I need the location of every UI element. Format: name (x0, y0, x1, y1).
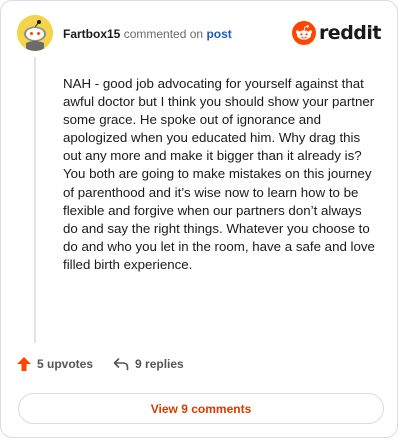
replies-count: 9 replies (135, 357, 184, 371)
reddit-wordmark: reddit (318, 22, 382, 44)
view-comments-button[interactable]: View 9 comments (18, 393, 384, 424)
commented-on-text: commented on (123, 27, 204, 41)
upvote-arrow-icon (17, 357, 31, 371)
upvotes-count: 5 upvotes (37, 357, 94, 371)
author-username[interactable]: Fartbox15 (63, 27, 120, 41)
comment-header: Fartbox15 commented on post (63, 26, 232, 42)
snoo-avatar-icon (17, 15, 53, 51)
thread-line (34, 57, 36, 343)
reply-arrow-icon (113, 358, 129, 371)
comment-actions: 5 upvotes 9 replies (17, 357, 184, 371)
replies-button[interactable]: 9 replies (113, 357, 184, 371)
reddit-logo[interactable]: reddit (291, 21, 382, 45)
upvote-button[interactable]: 5 upvotes (17, 357, 93, 371)
comment-card: Fartbox15 commented on post reddit NAH -… (0, 0, 398, 438)
user-avatar[interactable] (17, 15, 53, 51)
reddit-snoo-icon (291, 21, 316, 45)
post-link[interactable]: post (206, 27, 231, 41)
comment-body: NAH - good job advocating for yourself a… (63, 76, 375, 272)
